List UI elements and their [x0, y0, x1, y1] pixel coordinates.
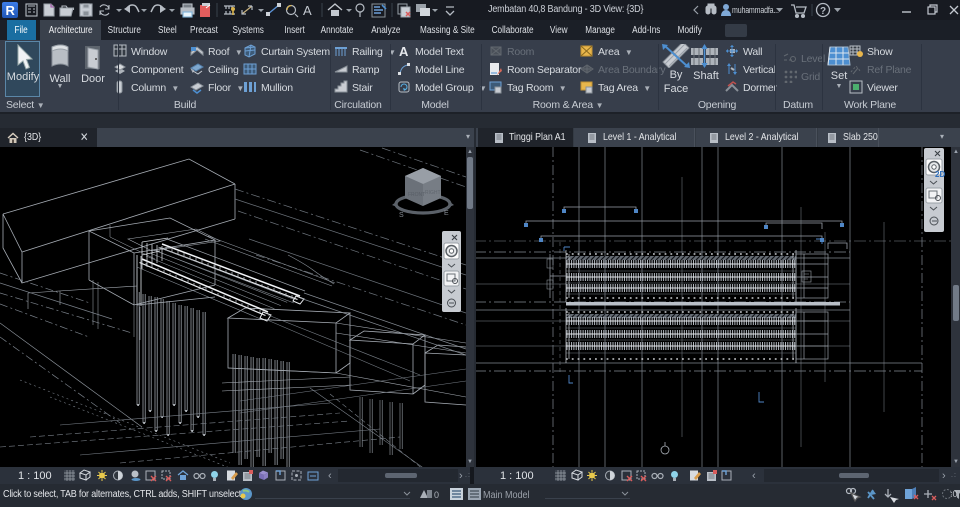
svg-text:RIGHT: RIGHT — [425, 190, 441, 196]
svg-text:A: A — [303, 3, 312, 18]
svg-text:A: A — [399, 44, 409, 58]
svg-text:E: E — [444, 210, 449, 217]
svg-text:R: R — [6, 3, 16, 18]
svg-text:S: S — [399, 212, 404, 219]
svg-text:?: ? — [820, 6, 826, 17]
svg-text:0: 0 — [434, 490, 439, 500]
svg-text:FRONT: FRONT — [408, 192, 425, 198]
svg-text:2D: 2D — [935, 170, 945, 179]
